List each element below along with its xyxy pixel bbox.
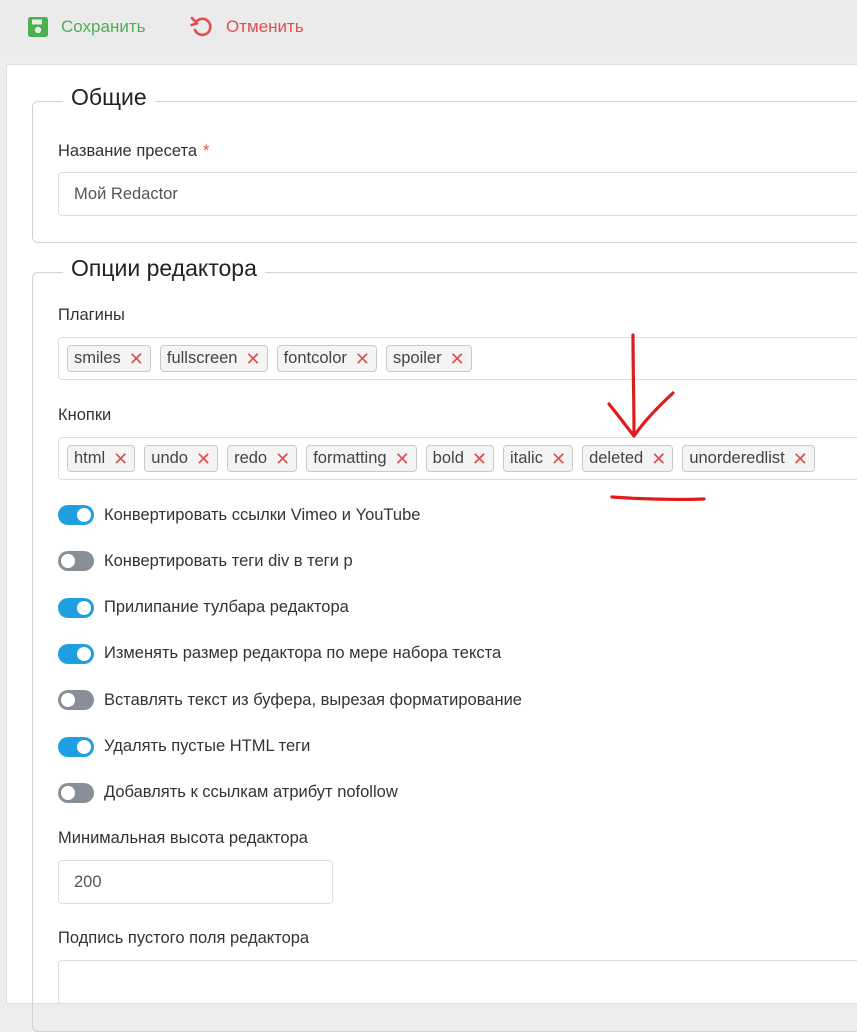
floppy-disk-icon [27,16,49,38]
toggle-switch[interactable] [58,736,94,757]
plugins-label: Плагины [58,306,125,324]
remove-tag-icon[interactable]: ✕ [450,350,465,368]
save-button[interactable]: Сохранить [27,13,145,41]
undo-arrow-icon [190,15,214,39]
plugin-tag: smiles ✕ [67,345,151,372]
button-tag: formatting ✕ [306,445,417,472]
editor-options-legend: Опции редактора [63,255,265,282]
remove-tag-icon[interactable]: ✕ [129,350,144,368]
button-tag: italic ✕ [502,445,574,472]
toggle-label: Конвертировать ссылки Vimeo и YouTube [104,505,421,524]
min-height-label: Минимальная высота редактора [58,829,308,847]
toggle-row: Вставлять текст из буфера, вырезая форма… [58,688,522,712]
preset-name-label: Название пресета * [58,142,209,161]
button-tag-label: redo [234,449,268,467]
buttons-tag-input[interactable]: html ✕ undo ✕ redo ✕ formatting ✕ bold ✕ italic ✕ de… [58,437,857,480]
general-legend: Общие [63,84,155,111]
button-tag-label: html [74,449,106,467]
toggle-label: Вставлять текст из буфера, вырезая форма… [104,690,522,709]
button-tag: unorderedlist ✕ [682,445,815,472]
toggle-row: Конвертировать ссылки Vimeo и YouTube [58,503,420,527]
button-tag: undo ✕ [144,445,219,472]
plugin-tag-label: fontcolor [283,349,347,367]
plugin-tag: spoiler ✕ [385,345,472,372]
save-label: Сохранить [61,17,146,36]
toggle-label: Прилипание тулбара редактора [104,598,349,617]
toggle-switch[interactable] [58,643,94,664]
button-tag-label: formatting [313,449,387,467]
button-tag-label: deleted [589,449,644,467]
plugin-tag-label: smiles [74,349,121,367]
remove-tag-icon[interactable]: ✕ [196,450,211,468]
remove-tag-icon[interactable]: ✕ [245,350,260,368]
toggle-label: Добавлять к ссылкам атрибут nofollow [104,783,398,802]
toggle-label: Удалять пустые HTML теги [104,737,311,755]
cancel-label: Отменить [226,17,304,36]
button-tag-label: unorderedlist [689,449,785,467]
cancel-button[interactable]: Отменить [190,13,304,41]
toggle-switch[interactable] [58,505,94,525]
buttons-label: Кнопки [58,406,112,424]
remove-tag-icon[interactable]: ✕ [395,450,410,468]
plugins-tag-input[interactable]: smiles ✕ fullscreen ✕ fontcolor ✕ spoiler ✕ [58,337,857,380]
remove-tag-icon[interactable]: ✕ [275,450,290,468]
settings-panel: Общие Название пресета * Мой Redactor Опц… [6,64,857,1032]
toggle-switch[interactable] [58,597,94,618]
toggle-row: Прилипание тулбара редактора [58,596,349,620]
button-tag-label: undo [151,449,188,467]
toggle-row: Удалять пустые HTML теги [58,735,310,759]
button-tag-label: bold [432,449,464,467]
remove-tag-icon[interactable]: ✕ [113,450,128,468]
remove-tag-icon[interactable]: ✕ [472,450,487,468]
remove-tag-icon[interactable]: ✕ [793,450,808,468]
remove-tag-icon[interactable]: ✕ [651,450,666,468]
min-height-input[interactable]: 200 [58,860,333,904]
button-tag: html ✕ [67,445,136,472]
plugin-tag-label: fullscreen [166,349,238,367]
placeholder-input[interactable] [58,960,857,1004]
preset-name-label-text: Название пресета [58,142,198,160]
toggle-label: Конвертировать теги div в теги p [104,551,353,570]
remove-tag-icon[interactable]: ✕ [355,350,370,368]
min-height-value: 200 [74,872,102,891]
toolbar: Сохранить Отменить [0,0,857,54]
preset-name-value: Мой Redactor [74,184,178,203]
toggle-switch[interactable] [58,551,94,572]
plugin-tag-label: spoiler [392,349,442,367]
button-tag: bold ✕ [425,445,494,472]
button-tag: deleted ✕ [582,445,674,472]
plugin-tag: fontcolor ✕ [276,345,377,372]
preset-name-input[interactable]: Мой Redactor [58,172,857,216]
remove-tag-icon[interactable]: ✕ [551,450,566,468]
general-fieldset: Общие Название пресета * Мой Redactor [32,84,857,243]
toggle-switch[interactable] [58,782,94,803]
toggle-row: Добавлять к ссылкам атрибут nofollow [58,781,398,805]
button-tag: redo ✕ [227,445,298,472]
button-tag-label: italic [509,449,543,467]
required-mark: * [203,142,210,160]
toggle-label: Изменять размер редактора по мере набора… [104,644,502,663]
toggle-switch[interactable] [58,690,94,711]
placeholder-label: Подпись пустого поля редактора [58,929,310,947]
editor-options-fieldset: Опции редактора Плагины smiles ✕ fullscree… [32,255,857,1032]
plugin-tag: fullscreen ✕ [159,345,268,372]
toggle-row: Конвертировать теги div в теги p [58,549,353,573]
toggle-row: Изменять размер редактора по мере набора… [58,642,501,666]
